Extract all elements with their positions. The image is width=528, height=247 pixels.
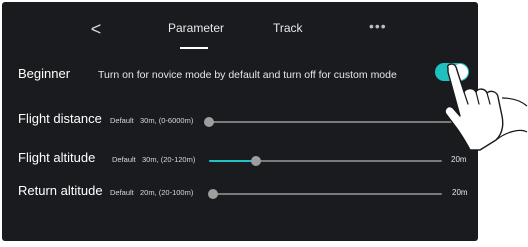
flight-altitude-slider[interactable] — [209, 156, 442, 166]
slider-fill — [209, 160, 256, 162]
slider-thumb[interactable] — [250, 156, 261, 166]
pointing-hand-icon — [444, 63, 528, 151]
flight-altitude-row: Flight altitude Default 30m, (20-120m) 2… — [2, 149, 478, 171]
flight-altitude-default: Default — [112, 155, 136, 164]
active-tab-indicator — [180, 47, 208, 49]
flight-distance-slider[interactable] — [204, 117, 455, 127]
return-altitude-label: Return altitude — [18, 183, 103, 198]
return-altitude-slider[interactable] — [208, 189, 442, 199]
tab-bar: < Parameter Track ••• — [2, 2, 478, 58]
more-icon[interactable]: ••• — [369, 18, 387, 34]
flight-distance-label: Flight distance — [18, 111, 102, 126]
return-altitude-default: Default — [110, 188, 134, 197]
beginner-description: Turn on for novice mode by default and t… — [98, 69, 397, 81]
chevron-left-icon: < — [90, 19, 102, 39]
return-altitude-end-value: 20m — [452, 188, 468, 197]
flight-distance-range: 30m, (0-6000m) — [140, 116, 194, 125]
return-altitude-range: 20m, (20-100m) — [140, 188, 194, 197]
settings-screen: < Parameter Track ••• Beginner Turn on f… — [2, 2, 478, 241]
beginner-label: Beginner — [18, 66, 71, 81]
tab-track[interactable]: Track — [273, 21, 303, 35]
slider-thumb[interactable] — [208, 189, 218, 199]
device-frame: < Parameter Track ••• Beginner Turn on f… — [0, 0, 528, 247]
tab-parameter[interactable]: Parameter — [168, 21, 224, 35]
return-altitude-row: Return altitude Default 20m, (20-100m) 2… — [2, 182, 478, 204]
flight-altitude-label: Flight altitude — [18, 150, 96, 165]
flight-altitude-end-value: 20m — [451, 155, 467, 164]
flight-altitude-range: 30m, (20-120m) — [142, 155, 196, 164]
back-button[interactable]: < — [86, 18, 106, 40]
flight-distance-default: Default — [110, 116, 134, 125]
flight-distance-row: Flight distance Default 30m, (0-6000m) m — [2, 110, 478, 132]
slider-thumb[interactable] — [204, 117, 214, 127]
beginner-row: Beginner Turn on for novice mode by defa… — [2, 62, 478, 88]
